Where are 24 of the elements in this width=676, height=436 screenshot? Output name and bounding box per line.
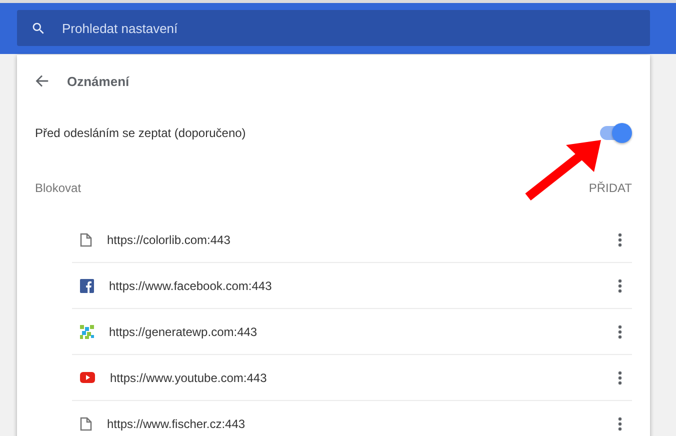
facebook-icon <box>80 278 94 292</box>
site-url: https://colorlib.com:443 <box>107 232 232 246</box>
section-title: Blokovat <box>35 181 82 195</box>
setting-label: Před odesláním se zeptat (doporučeno) <box>35 126 246 140</box>
more-icon <box>618 416 622 430</box>
more-icon <box>618 278 622 292</box>
document-icon <box>80 232 92 246</box>
more-icon <box>618 232 622 246</box>
site-url: https://generatewp.com:443 <box>109 324 258 338</box>
more-icon <box>618 324 622 338</box>
search-icon <box>31 20 46 36</box>
search-field[interactable]: Prohledat nastavení <box>17 10 650 46</box>
search-input[interactable]: Prohledat nastavení <box>60 20 636 36</box>
mosaic-icon <box>80 324 94 338</box>
document-icon <box>80 416 92 430</box>
add-button[interactable]: PŘIDAT <box>588 181 632 195</box>
more-icon <box>618 370 622 384</box>
back-icon[interactable] <box>35 74 49 88</box>
site-url: https://www.youtube.com:443 <box>110 370 268 384</box>
play-icon <box>80 372 95 383</box>
site-url: https://www.facebook.com:443 <box>109 278 273 292</box>
toggle-switch[interactable] <box>598 123 632 143</box>
page-title: Oznámení <box>67 74 130 88</box>
site-url: https://www.fischer.cz:443 <box>107 416 246 430</box>
